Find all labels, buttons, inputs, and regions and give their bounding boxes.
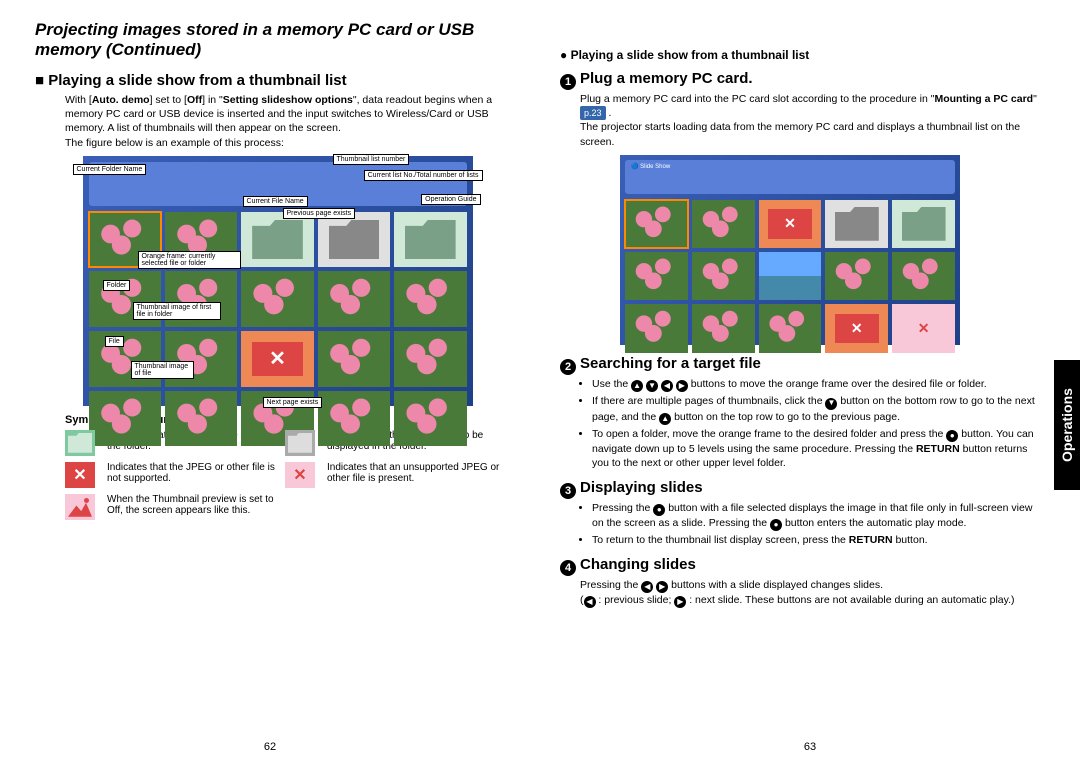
step-1-body: Plug a memory PC card into the PC card s… bbox=[580, 92, 1045, 149]
callout-file: File bbox=[105, 336, 124, 347]
callout-thumb-first: Thumbnail image of first file in folder bbox=[133, 302, 221, 320]
callout-folder: Folder bbox=[103, 280, 131, 291]
num-1-icon: 1 bbox=[560, 74, 576, 90]
callout-next-page: Next page exists bbox=[263, 397, 323, 408]
callout-prev-page: Previous page exists bbox=[283, 208, 356, 219]
symbol-desc: Indicates that an unsupported JPEG or ot… bbox=[327, 462, 520, 484]
symbol-desc: When the Thumbnail preview is set to Off… bbox=[107, 494, 277, 516]
ss-grid bbox=[89, 212, 467, 447]
thumbnail-screenshot-large: Current Folder Name Thumbnail list numbe… bbox=[83, 156, 473, 406]
step-4-body: Pressing the ◀ ▶ buttons with a slide di… bbox=[580, 578, 1045, 609]
step-2-bullets: Use the ▲ ▼ ◀ ▶ buttons to move the oran… bbox=[580, 377, 1045, 471]
icon-red-x bbox=[65, 462, 95, 488]
num-2-icon: 2 bbox=[560, 359, 576, 375]
page-num-left: 62 bbox=[264, 741, 276, 753]
callout-current-folder: Current Folder Name bbox=[73, 164, 147, 175]
step-2-head: 2Searching for a target file bbox=[560, 355, 1045, 375]
icon-folder-green bbox=[65, 430, 95, 456]
page-numbers: 62 63 bbox=[0, 741, 1080, 753]
icon-mountain bbox=[65, 494, 95, 520]
callout-op-guide: Operation Guide bbox=[421, 194, 480, 205]
callout-current-list: Current list No./Total number of lists bbox=[364, 170, 483, 181]
num-4-icon: 4 bbox=[560, 560, 576, 576]
page-title: Projecting images stored in a memory PC … bbox=[35, 20, 520, 60]
callout-orange-frame: Orange frame: currently selected file or… bbox=[138, 251, 241, 269]
side-tab-operations: Operations bbox=[1054, 360, 1080, 490]
left-heading: Playing a slide show from a thumbnail li… bbox=[35, 72, 520, 89]
left-page: Projecting images stored in a memory PC … bbox=[35, 20, 520, 753]
ss-grid-small bbox=[625, 200, 955, 353]
step-4-head: 4Changing slides bbox=[560, 556, 1045, 576]
callout-current-file: Current File Name bbox=[243, 196, 308, 207]
symbol-desc: Indicates that the JPEG or other file is… bbox=[107, 462, 277, 484]
num-3-icon: 3 bbox=[560, 483, 576, 499]
callout-thumb-file: Thumbnail image of file bbox=[131, 361, 194, 379]
thumbnail-screenshot-small: 🔵 Slide Show bbox=[620, 155, 960, 345]
step-1-head: 1Plug a memory PC card. bbox=[560, 70, 1045, 90]
left-intro: With [Auto. demo] set to [Off] in "Setti… bbox=[65, 93, 520, 150]
ss-header-small: 🔵 Slide Show bbox=[625, 160, 955, 194]
right-subhead: Playing a slide show from a thumbnail li… bbox=[560, 48, 1045, 62]
icon-folder-grey bbox=[285, 430, 315, 456]
step-3-head: 3Displaying slides bbox=[560, 479, 1045, 499]
icon-pink-x bbox=[285, 462, 315, 488]
step-3-bullets: Pressing the ● button with a file select… bbox=[580, 501, 1045, 548]
right-page: Playing a slide show from a thumbnail li… bbox=[560, 20, 1045, 753]
callout-thumb-list-num: Thumbnail list number bbox=[333, 154, 410, 165]
page-num-right: 63 bbox=[804, 741, 816, 753]
